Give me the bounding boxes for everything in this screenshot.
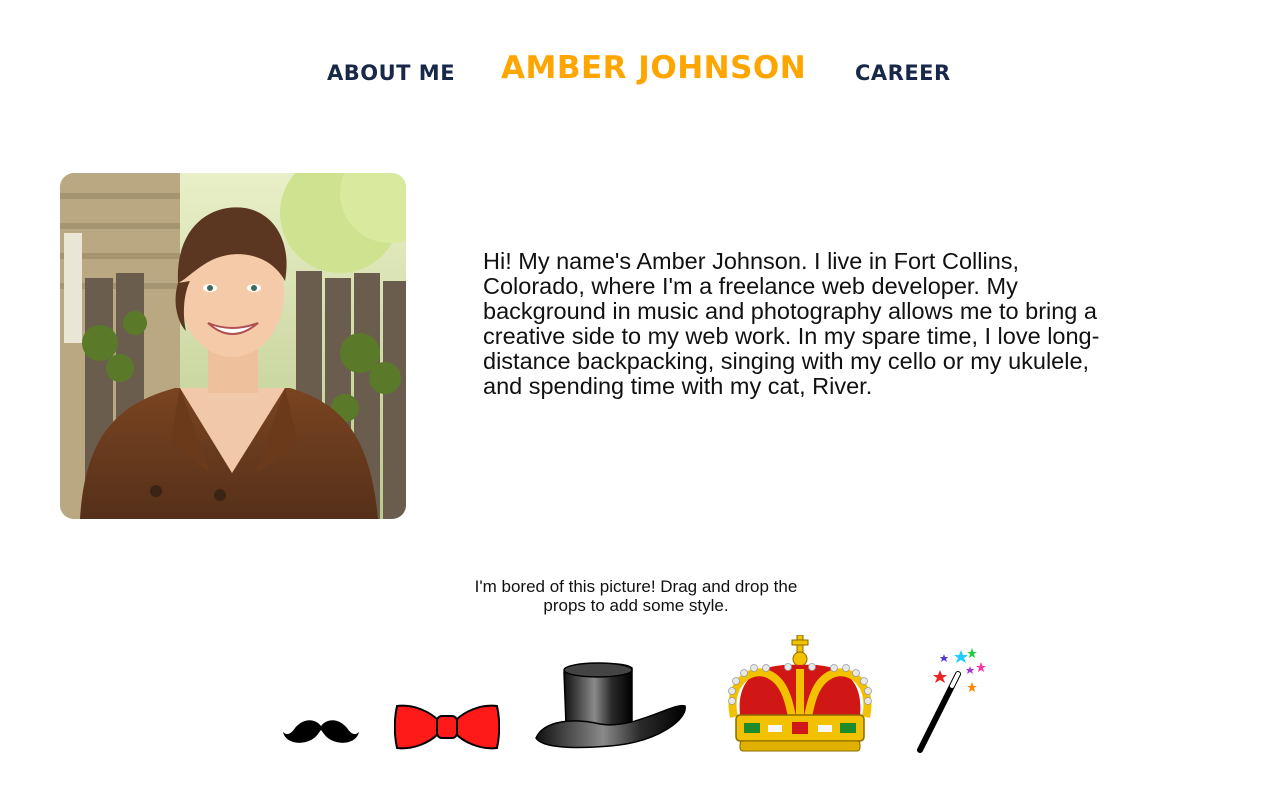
mustache-icon [283,720,359,743]
top-navigation: ABOUT ME AMBER JOHNSON CAREER [0,0,1274,130]
props-prompt-line1: I'm bored of this picture! Drag and drop… [474,577,798,596]
wand-icon [917,648,986,753]
bio-paragraph: Hi! My name's Amber Johnson. I live in F… [483,248,1100,399]
crown-prop[interactable] [722,635,878,753]
site-title[interactable]: AMBER JOHNSON [501,50,806,86]
profile-photo [60,173,406,519]
bowtie-icon [394,704,500,750]
nav-link-about-me[interactable]: ABOUT ME [327,61,455,85]
props-prompt-line2: props to add some style. [543,596,729,615]
nav-link-career[interactable]: CAREER [855,61,951,85]
tophat-icon [535,662,686,749]
wand-prop[interactable] [914,646,990,754]
bowtie-prop[interactable] [394,702,500,752]
profile-photo-illustration [60,173,406,519]
crown-icon [728,635,872,752]
tophat-prop[interactable] [534,662,687,750]
mustache-prop[interactable] [281,716,361,748]
props-prompt: I'm bored of this picture! Drag and drop… [436,577,836,615]
